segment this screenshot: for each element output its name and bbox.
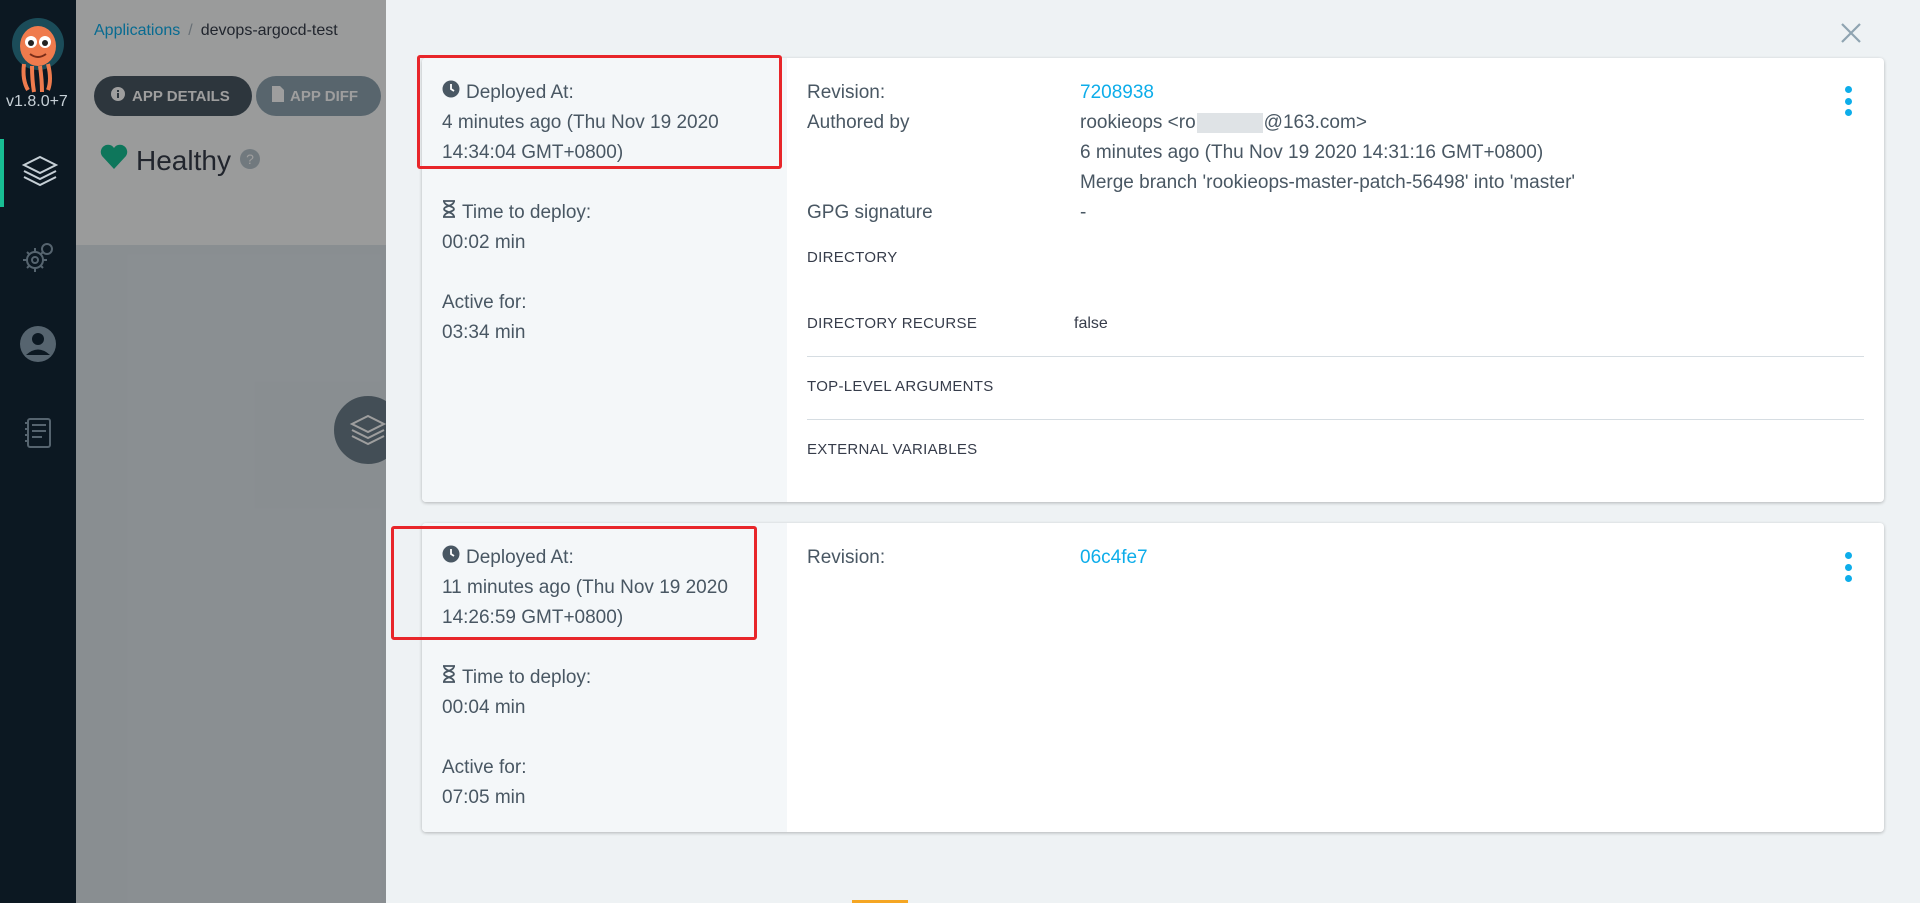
active-for-value: 03:34 min <box>442 322 526 343</box>
left-nav: v1.8.0+7 <box>0 0 76 903</box>
active-for-label: Active for: <box>442 757 527 778</box>
author-email-domain: @163.com> <box>1263 112 1367 133</box>
divider <box>807 356 1864 357</box>
highlight-box <box>391 526 757 640</box>
directory-label: DIRECTORY <box>807 249 898 266</box>
time-to-deploy-label: Time to deploy: <box>462 202 592 223</box>
external-vars-label: EXTERNAL VARIABLES <box>807 441 978 458</box>
authored-by-label: Authored by <box>807 112 910 133</box>
commit-date: 6 minutes ago (Thu Nov 19 2020 14:31:16 … <box>1080 142 1544 163</box>
revision-link[interactable]: 06c4fe7 <box>1080 543 1148 573</box>
more-actions-icon[interactable] <box>1842 552 1854 582</box>
hourglass-icon <box>442 198 456 228</box>
history-panel: Deployed At: 4 minutes ago (Thu Nov 19 2… <box>386 0 1920 903</box>
time-to-deploy-value: 00:04 min <box>442 697 526 718</box>
nav-settings[interactable] <box>0 226 76 294</box>
time-to-deploy: Time to deploy: 00:04 min <box>442 663 782 723</box>
version-label: v1.8.0+7 <box>6 93 68 110</box>
revision-info: Revision: 7208938 Authored by rookieops … <box>787 58 1884 502</box>
revision-label: Revision: <box>807 547 886 568</box>
time-to-deploy-label: Time to deploy: <box>462 667 592 688</box>
active-for: Active for: 07:05 min <box>442 753 782 813</box>
app-details-page: Applications / devops-argocd-test APP DETA… <box>76 0 462 903</box>
commit-message: Merge branch 'rookieops-master-patch-564… <box>1080 172 1576 193</box>
top-level-args-label: TOP-LEVEL ARGUMENTS <box>807 378 994 395</box>
user-icon <box>18 324 58 369</box>
directory-recurse-value: false <box>1074 315 1108 332</box>
more-actions-icon[interactable] <box>1842 86 1854 116</box>
author-value: rookieops <ro @163.com> <box>1080 108 1367 138</box>
revision-label: Revision: <box>807 82 886 103</box>
highlight-box <box>417 55 782 169</box>
docs-icon <box>18 413 58 458</box>
nav-applications[interactable] <box>0 139 76 207</box>
hourglass-icon <box>442 663 456 693</box>
gpg-label: GPG signature <box>807 202 933 223</box>
author-name: rookieops <ro <box>1080 112 1196 133</box>
active-for-label: Active for: <box>442 292 527 313</box>
revision-info: Revision: 06c4fe7 <box>787 523 1884 832</box>
close-icon[interactable] <box>1838 20 1864 46</box>
time-to-deploy-value: 00:02 min <box>442 232 526 253</box>
nav-documentation[interactable] <box>0 401 76 469</box>
layers-icon <box>20 151 60 196</box>
active-for-value: 07:05 min <box>442 787 526 808</box>
nav-user-info[interactable] <box>0 312 76 380</box>
revision-link[interactable]: 7208938 <box>1080 78 1154 108</box>
divider <box>807 419 1864 420</box>
active-for: Active for: 03:34 min <box>442 288 782 348</box>
time-to-deploy: Time to deploy: 00:02 min <box>442 198 782 258</box>
gpg-value: - <box>1080 202 1087 223</box>
directory-recurse-label: DIRECTORY RECURSE <box>807 315 978 332</box>
argo-logo[interactable] <box>8 14 68 94</box>
gears-icon <box>18 238 58 283</box>
redacted-email <box>1196 112 1263 133</box>
